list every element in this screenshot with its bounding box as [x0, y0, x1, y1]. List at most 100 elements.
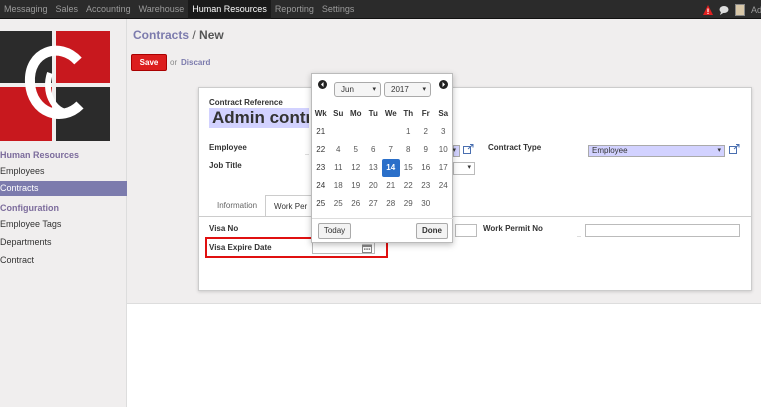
prev-month-icon[interactable] — [318, 80, 327, 89]
calendar-day[interactable]: 18 — [330, 177, 348, 195]
employee-select[interactable]: ▾ — [452, 145, 460, 157]
chevron-down-icon: ▾ — [717, 147, 721, 154]
calendar-day[interactable]: 3 — [435, 123, 453, 141]
external-link-icon[interactable] — [463, 144, 474, 154]
job-title-label: Job Title — [209, 161, 242, 170]
calendar-day[interactable]: 15 — [400, 159, 418, 177]
week-number: 22 — [316, 145, 326, 154]
avatar[interactable] — [735, 3, 745, 16]
sidebar-section-configuration: Configuration — [0, 203, 59, 213]
work-permit-no-input[interactable] — [585, 224, 740, 237]
breadcrumb-separator: / — [192, 28, 196, 42]
calendar-day[interactable]: 7 — [382, 141, 400, 159]
weekday-header: Mo — [349, 109, 362, 118]
month-select[interactable]: Jun ▾ — [334, 82, 381, 97]
calendar-day[interactable]: 4 — [330, 141, 348, 159]
work-permit-line — [577, 236, 581, 237]
calendar-day[interactable]: 28 — [382, 195, 400, 213]
calendar-day[interactable]: 12 — [347, 159, 365, 177]
discard-link[interactable]: Discard — [181, 58, 210, 67]
sidebar-item-employees[interactable]: Employees — [0, 164, 127, 179]
top-right-tools: Adm — [703, 0, 761, 19]
visa-expire-date-input[interactable] — [312, 242, 375, 254]
calendar-day[interactable]: 30 — [417, 195, 435, 213]
menu-human-resources[interactable]: Human Resources — [188, 0, 271, 19]
today-button[interactable]: Today — [318, 223, 351, 239]
external-link-icon[interactable] — [729, 144, 740, 154]
calendar-icon[interactable] — [362, 244, 372, 253]
contract-reference-label: Contract Reference — [209, 98, 283, 107]
menu-settings[interactable]: Settings — [318, 0, 359, 19]
contract-reference-input[interactable]: Admin contr — [209, 108, 309, 128]
calendar-day[interactable]: 21 — [382, 177, 400, 195]
year-select[interactable]: 2017 ▾ — [384, 82, 431, 97]
chevron-down-icon: ▾ — [467, 164, 471, 171]
month-value: Jun — [341, 85, 354, 94]
chevron-down-icon: ▾ — [422, 86, 426, 93]
tab-information[interactable]: Information — [209, 195, 265, 217]
calendar-day[interactable]: 5 — [347, 141, 365, 159]
calendar-week-row: 25 25 26 27 28 29 30 — [312, 195, 454, 213]
save-button[interactable]: Save — [131, 54, 167, 71]
alert-icon[interactable] — [703, 4, 713, 15]
sidebar-item-employee-tags[interactable]: Employee Tags — [0, 217, 127, 232]
breadcrumb-contracts[interactable]: Contracts — [133, 28, 189, 42]
sidebar-item-departments[interactable]: Departments — [0, 235, 127, 250]
menu-reporting[interactable]: Reporting — [271, 0, 318, 19]
calendar-day[interactable]: 20 — [365, 177, 383, 195]
tab-work-permit[interactable]: Work Per — [265, 195, 317, 217]
visa-expire-date-label: Visa Expire Date — [209, 243, 272, 252]
calendar-week-row: 23 11 12 13 14 15 16 17 — [312, 159, 454, 177]
sidebar-item-contracts[interactable]: Contracts — [0, 181, 127, 196]
calendar-day[interactable]: 23 — [417, 177, 435, 195]
calendar-empty-cell — [330, 123, 348, 141]
calendar-grid: Wk Su Mo Tu We Th Fr Sa 21 1 2 3 22 4 5 6 7 8 9 10 23 11 12 13 1… — [312, 105, 454, 213]
calendar-day[interactable]: 22 — [400, 177, 418, 195]
calendar-day[interactable]: 27 — [365, 195, 383, 213]
sidebar-section-human-resources: Human Resources — [0, 150, 80, 160]
calendar-day[interactable]: 24 — [435, 177, 453, 195]
menu-warehouse[interactable]: Warehouse — [135, 0, 189, 19]
calendar-day[interactable]: 26 — [347, 195, 365, 213]
calendar-day[interactable]: 11 — [330, 159, 348, 177]
calendar-day[interactable]: 1 — [400, 123, 418, 141]
weekday-header: Su — [333, 109, 344, 118]
week-number: 23 — [316, 163, 326, 172]
calendar-day[interactable]: 9 — [417, 141, 435, 159]
weekday-header: Tu — [368, 109, 378, 118]
calendar-day[interactable]: 6 — [365, 141, 383, 159]
form-sheet: Contract Reference Admin contr Employee … — [198, 87, 752, 291]
contract-type-select[interactable]: Employee ▾ — [588, 145, 725, 157]
done-button[interactable]: Done — [416, 223, 448, 239]
sidebar-item-contract[interactable]: Contract — [0, 253, 127, 268]
calendar-day[interactable]: 10 — [435, 141, 453, 159]
weekday-header: Fr — [421, 109, 430, 118]
calendar-day[interactable]: 17 — [435, 159, 453, 177]
form-tabs: Information Work Per — [209, 195, 317, 217]
menu-messaging[interactable]: Messaging — [0, 0, 52, 19]
next-month-icon[interactable] — [439, 80, 448, 89]
visa-no-input[interactable] — [455, 224, 477, 237]
menu-accounting[interactable]: Accounting — [82, 0, 135, 19]
calendar-day[interactable]: 8 — [400, 141, 418, 159]
calendar-day[interactable]: 25 — [330, 195, 348, 213]
weekday-header: Wk — [314, 109, 327, 118]
calendar-day[interactable]: 19 — [347, 177, 365, 195]
contract-type-value: Employee — [592, 146, 628, 155]
calendar-week-row: 22 4 5 6 7 8 9 10 — [312, 141, 454, 159]
user-name[interactable]: Adm — [751, 5, 761, 15]
menu-sales[interactable]: Sales — [52, 0, 83, 19]
calendar-day[interactable]: 14 — [382, 159, 400, 177]
calendar-day[interactable]: 13 — [365, 159, 383, 177]
calendar-day[interactable]: 29 — [400, 195, 418, 213]
job-title-select[interactable]: ▾ — [453, 162, 475, 175]
employee-label: Employee — [209, 143, 247, 152]
chevron-down-icon: ▾ — [372, 86, 376, 93]
calendar-day[interactable]: 2 — [417, 123, 435, 141]
calendar-empty-cell — [365, 123, 383, 141]
calendar-empty-cell — [382, 123, 400, 141]
calendar-day[interactable]: 16 — [417, 159, 435, 177]
chat-icon[interactable] — [719, 5, 729, 15]
breadcrumb: Contracts / New — [133, 28, 224, 42]
visa-no-label: Visa No — [209, 224, 239, 233]
